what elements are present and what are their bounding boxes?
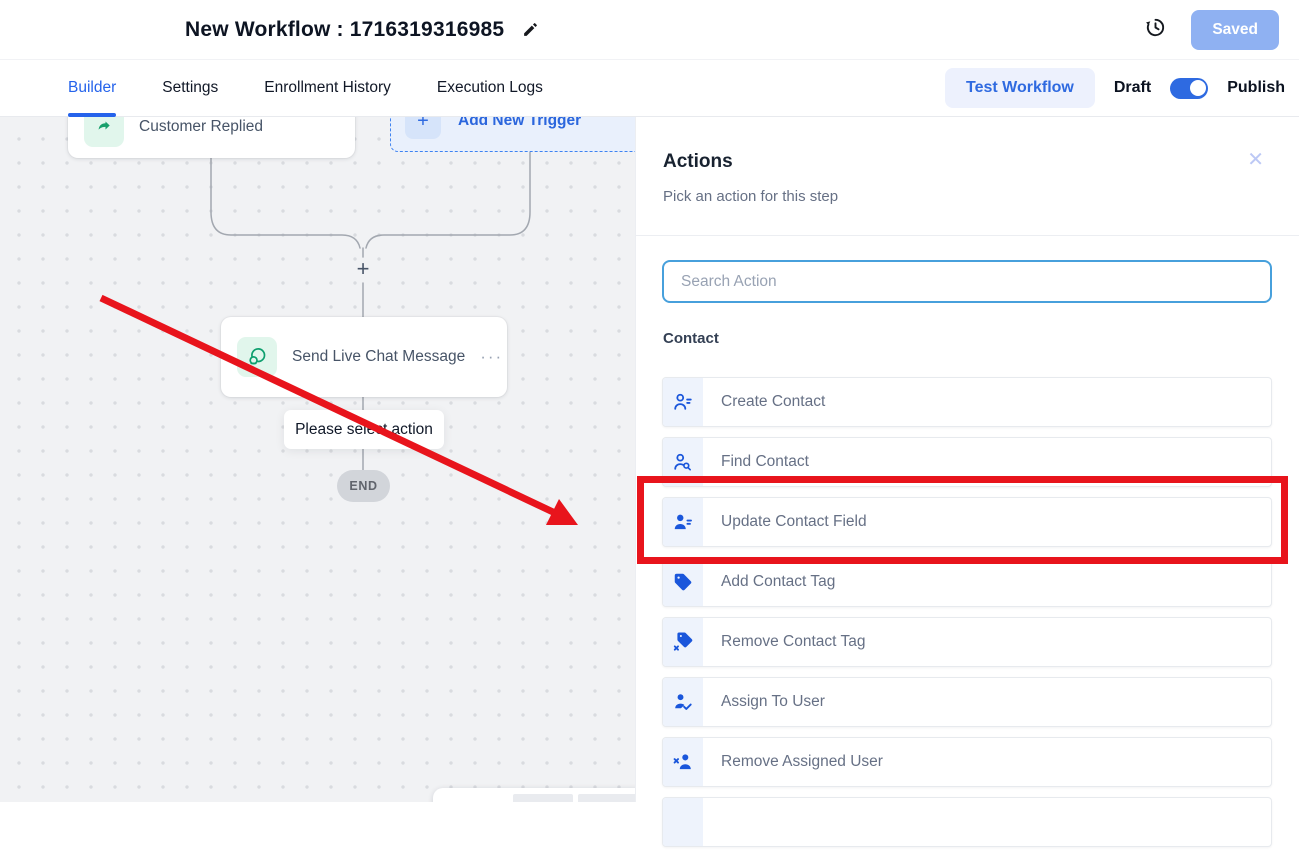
action-item-add-contact-tag[interactable]: Add Contact Tag [662,557,1272,607]
add-new-trigger-button[interactable]: + Add New Trigger [390,117,635,152]
edit-title-icon[interactable] [522,21,539,38]
saved-button[interactable]: Saved [1191,10,1279,50]
action-item-remove-contact-tag[interactable]: Remove Contact Tag [662,617,1272,667]
canvas-zoom-controls[interactable] [433,788,635,802]
live-chat-icon [237,337,277,377]
end-node: END [337,470,390,502]
connector-lines [0,117,635,802]
user-remove-icon [663,738,703,786]
tab-settings[interactable]: Settings [162,60,218,116]
zoom-control-button[interactable] [578,794,635,802]
user-edit-icon [663,498,703,546]
add-step-plus-icon[interactable]: + [352,257,374,281]
test-workflow-button[interactable]: Test Workflow [945,68,1095,108]
add-trigger-label: Add New Trigger [458,117,581,130]
plus-icon: + [405,117,441,139]
action-item-remove-assigned-user[interactable]: Remove Assigned User [662,737,1272,787]
action-icon-partial [663,798,703,846]
tab-list: Builder Settings Enrollment History Executi… [0,60,543,116]
action-item-label: Assign To User [721,693,825,711]
close-icon[interactable]: ✕ [1247,150,1264,170]
page-title: New Workflow : 1716319316985 [185,18,504,42]
trigger-node-customer-replied[interactable]: Customer Replied [68,117,355,158]
action-item-label: Remove Contact Tag [721,633,865,651]
workflow-canvas[interactable]: Customer Replied + Add New Trigger + Sen… [0,117,635,802]
action-node-label: Send Live Chat Message [292,348,465,366]
actions-panel: Actions ✕ Pick an action for this step C… [635,117,1299,802]
action-item-partial[interactable] [662,797,1272,847]
user-check-icon [663,678,703,726]
panel-title: Actions [663,151,733,173]
user-plus-lines-icon [663,378,703,426]
customer-replied-icon [84,117,124,147]
tag-icon [663,558,703,606]
draft-label: Draft [1114,79,1151,97]
node-menu-icon[interactable]: ··· [480,347,503,367]
trigger-node-label: Customer Replied [139,118,263,136]
action-item-label: Add Contact Tag [721,573,835,591]
action-item-label: Find Contact [721,453,809,471]
tab-builder[interactable]: Builder [68,60,116,116]
publish-toggle[interactable] [1170,78,1208,99]
tab-enrollment-history[interactable]: Enrollment History [264,60,391,116]
tab-execution-logs[interactable]: Execution Logs [437,60,543,116]
action-item-update-contact-field[interactable]: Update Contact Field [662,497,1272,547]
action-item-assign-to-user[interactable]: Assign To User [662,677,1272,727]
user-search-icon [663,438,703,486]
search-action-input[interactable] [662,260,1272,303]
app-header: New Workflow : 1716319316985 Saved [0,0,1299,60]
action-node-send-live-chat-message[interactable]: Send Live Chat Message ··· [221,317,507,397]
zoom-control-button[interactable] [513,794,573,802]
version-history-icon[interactable] [1144,16,1167,44]
actions-list: Create Contact Find Contact Update Conta… [662,377,1272,857]
action-item-create-contact[interactable]: Create Contact [662,377,1272,427]
action-item-label: Update Contact Field [721,513,867,531]
panel-subtitle: Pick an action for this step [663,188,838,205]
divider [636,235,1299,236]
toggle-knob [1190,80,1206,96]
tag-remove-icon [663,618,703,666]
publish-label: Publish [1227,79,1285,97]
tab-bar: Builder Settings Enrollment History Executi… [0,60,1299,117]
section-label-contact: Contact [663,330,719,347]
action-item-label: Remove Assigned User [721,753,883,771]
action-item-find-contact[interactable]: Find Contact [662,437,1272,487]
select-action-tooltip: Please select action [284,410,444,449]
action-item-label: Create Contact [721,393,825,411]
